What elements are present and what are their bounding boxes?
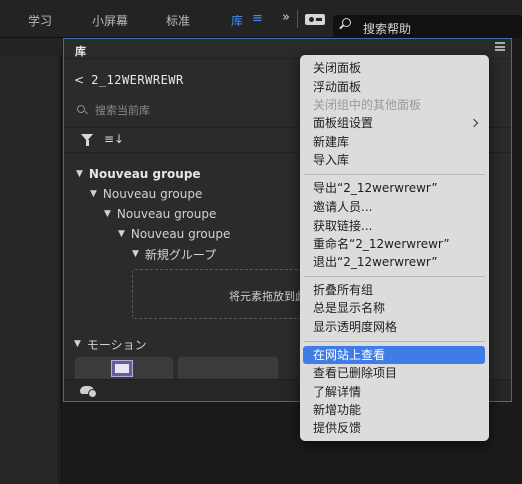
search-icon bbox=[77, 105, 85, 113]
chevron-left-icon[interactable]: < bbox=[74, 73, 84, 87]
group-label: Nouveau groupe bbox=[116, 207, 217, 221]
screen-mode-icon[interactable] bbox=[305, 14, 325, 25]
menu-item-always-show-names[interactable]: 总是显示名称 bbox=[313, 299, 385, 317]
help-search-label: 搜索帮助 bbox=[363, 22, 412, 36]
menu-item-view-on-website[interactable]: 在网站上查看 bbox=[313, 346, 385, 364]
group-label: 新規グループ bbox=[144, 247, 217, 262]
tree-group-item[interactable]: ▼ Nouveau groupe bbox=[90, 185, 202, 203]
library-breadcrumb[interactable]: < 2_12WERWREWR bbox=[74, 71, 184, 89]
menu-item-rename-library[interactable]: 重命名“2_12werwrewr” bbox=[313, 235, 450, 253]
chevron-down-icon[interactable]: ▼ bbox=[90, 189, 97, 199]
menu-divider bbox=[304, 341, 485, 342]
divider bbox=[297, 10, 298, 28]
menu-item-provide-feedback[interactable]: 提供反馈 bbox=[313, 419, 361, 437]
panel-context-menu: 关闭面板 浮动面板 关闭组中的其他面板 面板组设置 新建库 导入库 导出“2_1… bbox=[300, 55, 489, 441]
left-panel-column bbox=[0, 38, 62, 484]
cloud-sync-icon[interactable] bbox=[80, 386, 97, 398]
left-panel-header bbox=[0, 38, 62, 55]
menu-item-collapse-groups[interactable]: 折叠所有组 bbox=[313, 281, 373, 299]
menu-item-close-other-panels: 关闭组中的其他面板 bbox=[313, 98, 422, 112]
app-window: 学习 小屏幕 标准 库 ≡ » 搜索帮助 库 < 2_12WERWREWR 搜索… bbox=[0, 0, 522, 484]
chevron-down-icon[interactable]: ▼ bbox=[76, 169, 83, 179]
asset-thumbnail[interactable] bbox=[75, 357, 173, 379]
chevron-right-icon bbox=[469, 118, 479, 128]
panel-menu-icon[interactable] bbox=[495, 42, 505, 51]
menu-item-whats-new[interactable]: 新增功能 bbox=[313, 401, 361, 419]
menu-item-show-transparency-grid[interactable]: 显示透明度网格 bbox=[313, 318, 397, 336]
workspace-bar: 学习 小屏幕 标准 库 ≡ » 搜索帮助 bbox=[0, 0, 522, 39]
menu-divider bbox=[304, 276, 485, 277]
chevron-down-icon[interactable]: ▼ bbox=[118, 229, 125, 239]
more-workspaces-icon[interactable]: » bbox=[282, 10, 290, 25]
menu-item-view-deleted-items[interactable]: 查看已删除项目 bbox=[313, 364, 397, 382]
menu-item-import-library[interactable]: 导入库 bbox=[313, 151, 349, 169]
search-icon bbox=[342, 18, 351, 27]
asset-thumbnail[interactable] bbox=[178, 357, 278, 379]
menu-item-panel-group-settings[interactable]: 面板组设置 bbox=[313, 114, 373, 132]
tree-group-item[interactable]: ▼ モーション bbox=[74, 335, 147, 353]
chevron-down-icon[interactable]: ▼ bbox=[74, 339, 81, 349]
group-label: Nouveau groupe bbox=[102, 187, 203, 201]
workspace-menu-icon[interactable]: ≡ bbox=[252, 11, 263, 26]
library-name: 2_12WERWREWR bbox=[91, 73, 184, 87]
menu-item-get-link[interactable]: 获取链接... bbox=[313, 217, 372, 235]
tree-group-item[interactable]: ▼ 新規グループ bbox=[132, 245, 216, 263]
menu-item-close-panel[interactable]: 关闭面板 bbox=[313, 59, 361, 77]
panel-title[interactable]: 库 bbox=[75, 43, 86, 59]
tree-group-item[interactable]: ▼ Nouveau groupe bbox=[76, 165, 201, 183]
group-label: モーション bbox=[86, 337, 147, 352]
chevron-down-icon[interactable]: ▼ bbox=[132, 249, 139, 259]
menu-item-invite-people[interactable]: 邀请人员... bbox=[313, 198, 372, 216]
menu-divider bbox=[304, 174, 485, 175]
menu-item-export-library[interactable]: 导出“2_12werwrewr” bbox=[313, 179, 438, 197]
menu-item-float-panel[interactable]: 浮动面板 bbox=[313, 78, 361, 96]
filter-icon[interactable] bbox=[81, 134, 93, 146]
group-label: Nouveau groupe bbox=[88, 167, 201, 181]
menu-item-learn-more[interactable]: 了解详情 bbox=[313, 383, 361, 401]
right-edge bbox=[512, 38, 522, 484]
left-panel-body bbox=[0, 55, 58, 484]
group-label: Nouveau groupe bbox=[130, 227, 231, 241]
workspace-tab-standard[interactable]: 标准 bbox=[166, 12, 190, 29]
chevron-down-icon[interactable]: ▼ bbox=[104, 209, 111, 219]
menu-item-new-library[interactable]: 新建库 bbox=[313, 133, 349, 151]
help-search-input[interactable]: 搜索帮助 bbox=[333, 15, 522, 39]
workspace-tab-learn[interactable]: 学习 bbox=[28, 12, 52, 29]
sort-icon[interactable]: ≡↓ bbox=[104, 132, 124, 146]
tree-group-item[interactable]: ▼ Nouveau groupe bbox=[104, 205, 216, 223]
motion-graphic-icon bbox=[111, 360, 133, 377]
library-search-placeholder: 搜索当前库 bbox=[95, 104, 150, 117]
workspace-tab-small-screen[interactable]: 小屏幕 bbox=[92, 12, 128, 29]
tree-group-item[interactable]: ▼ Nouveau groupe bbox=[118, 225, 230, 243]
menu-item-leave-library[interactable]: 退出“2_12werwrewr” bbox=[313, 253, 438, 271]
workspace-tab-libraries[interactable]: 库 bbox=[231, 12, 243, 29]
